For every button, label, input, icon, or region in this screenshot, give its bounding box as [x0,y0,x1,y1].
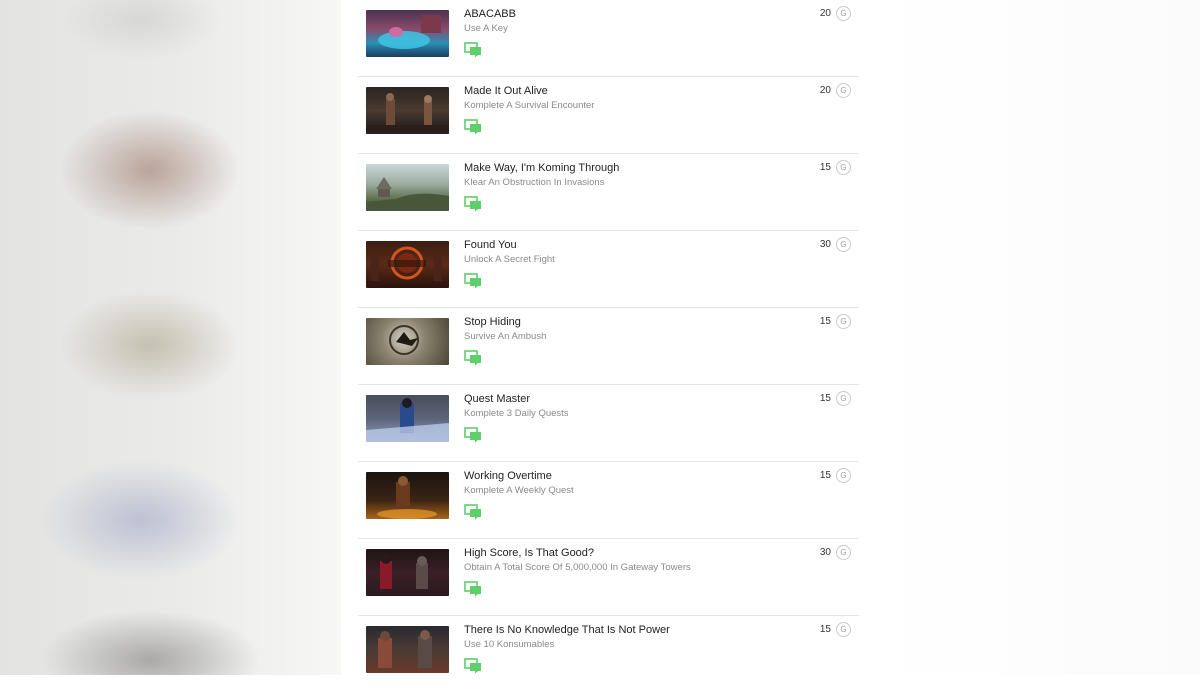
achievement-description: Komplete A Survival Encounter [464,100,595,111]
achievement-score: 30 [819,547,831,558]
blurred-background-right [870,0,1200,675]
achievement-score: 15 [819,624,831,635]
achievement-row: Found You Unlock A Secret Fight 30 G [341,231,859,308]
comments-icon[interactable] [464,504,482,520]
comments-icon[interactable] [464,119,482,135]
achievement-description: Komplete 3 Daily Quests [464,408,569,419]
gamerscore-icon: G [836,545,851,560]
achievement-title: Make Way, I'm Koming Through [464,162,620,174]
achievement-thumbnail[interactable] [366,395,449,442]
achievement-row: There Is No Knowledge That Is Not Power … [341,616,859,693]
comments-icon[interactable] [464,658,482,674]
achievement-description: Use A Key [464,23,508,34]
achievement-title: Quest Master [464,393,531,405]
comments-icon[interactable] [464,273,482,289]
comments-icon[interactable] [464,427,482,443]
achievement-description: Use 10 Konsumables [464,639,555,650]
gamerscore-icon: G [836,622,851,637]
achievement-row: Working Overtime Komplete A Weekly Quest… [341,462,859,539]
comments-icon[interactable] [464,350,482,366]
achievement-row: ABACABB Use A Key 20 G [341,0,859,77]
achievement-thumbnail[interactable] [366,472,449,519]
achievement-score: 15 [819,470,831,481]
gamerscore-icon: G [836,468,851,483]
comments-icon[interactable] [464,42,482,58]
gamerscore-icon: G [836,237,851,252]
comments-icon[interactable] [464,196,482,212]
achievement-description: Komplete A Weekly Quest [464,485,574,496]
achievement-row: Made It Out Alive Komplete A Survival En… [341,77,859,154]
achievement-thumbnail[interactable] [366,549,449,596]
achievement-score: 20 [819,85,831,96]
achievement-thumbnail[interactable] [366,10,449,57]
achievement-thumbnail[interactable] [366,318,449,365]
achievement-thumbnail[interactable] [366,87,449,134]
comments-icon[interactable] [464,581,482,597]
blurred-background-left [0,0,341,675]
achievement-row: Stop Hiding Survive An Ambush 15 G [341,308,859,385]
achievement-row: Quest Master Komplete 3 Daily Quests 15 … [341,385,859,462]
achievement-description: Obtain A Total Score Of 5,000,000 In Gat… [464,562,691,573]
achievement-score: 30 [819,239,831,250]
achievement-list: ABACABB Use A Key 20 G Made It Out Alive… [341,0,870,675]
achievement-row: Make Way, I'm Koming Through Klear An Ob… [341,154,859,231]
achievement-score: 15 [819,316,831,327]
achievement-title: Stop Hiding [464,316,521,328]
achievement-title: Made It Out Alive [464,85,548,97]
achievement-score: 20 [819,8,831,19]
gamerscore-icon: G [836,391,851,406]
achievement-title: Found You [464,239,517,251]
achievement-thumbnail[interactable] [366,164,449,211]
achievement-thumbnail[interactable] [366,241,449,288]
achievement-title: Working Overtime [464,470,552,482]
achievement-thumbnail[interactable] [366,626,449,673]
achievement-description: Klear An Obstruction In Invasions [464,177,605,188]
achievement-title: High Score, Is That Good? [464,547,595,559]
gamerscore-icon: G [836,83,851,98]
achievement-row: High Score, Is That Good? Obtain A Total… [341,539,859,616]
gamerscore-icon: G [836,314,851,329]
achievement-title: ABACABB [464,8,516,20]
achievement-description: Survive An Ambush [464,331,547,342]
gamerscore-icon: G [836,6,851,21]
gamerscore-icon: G [836,160,851,175]
achievement-description: Unlock A Secret Fight [464,254,555,265]
achievement-title: There Is No Knowledge That Is Not Power [464,624,670,636]
achievement-score: 15 [819,162,831,173]
achievement-score: 15 [819,393,831,404]
